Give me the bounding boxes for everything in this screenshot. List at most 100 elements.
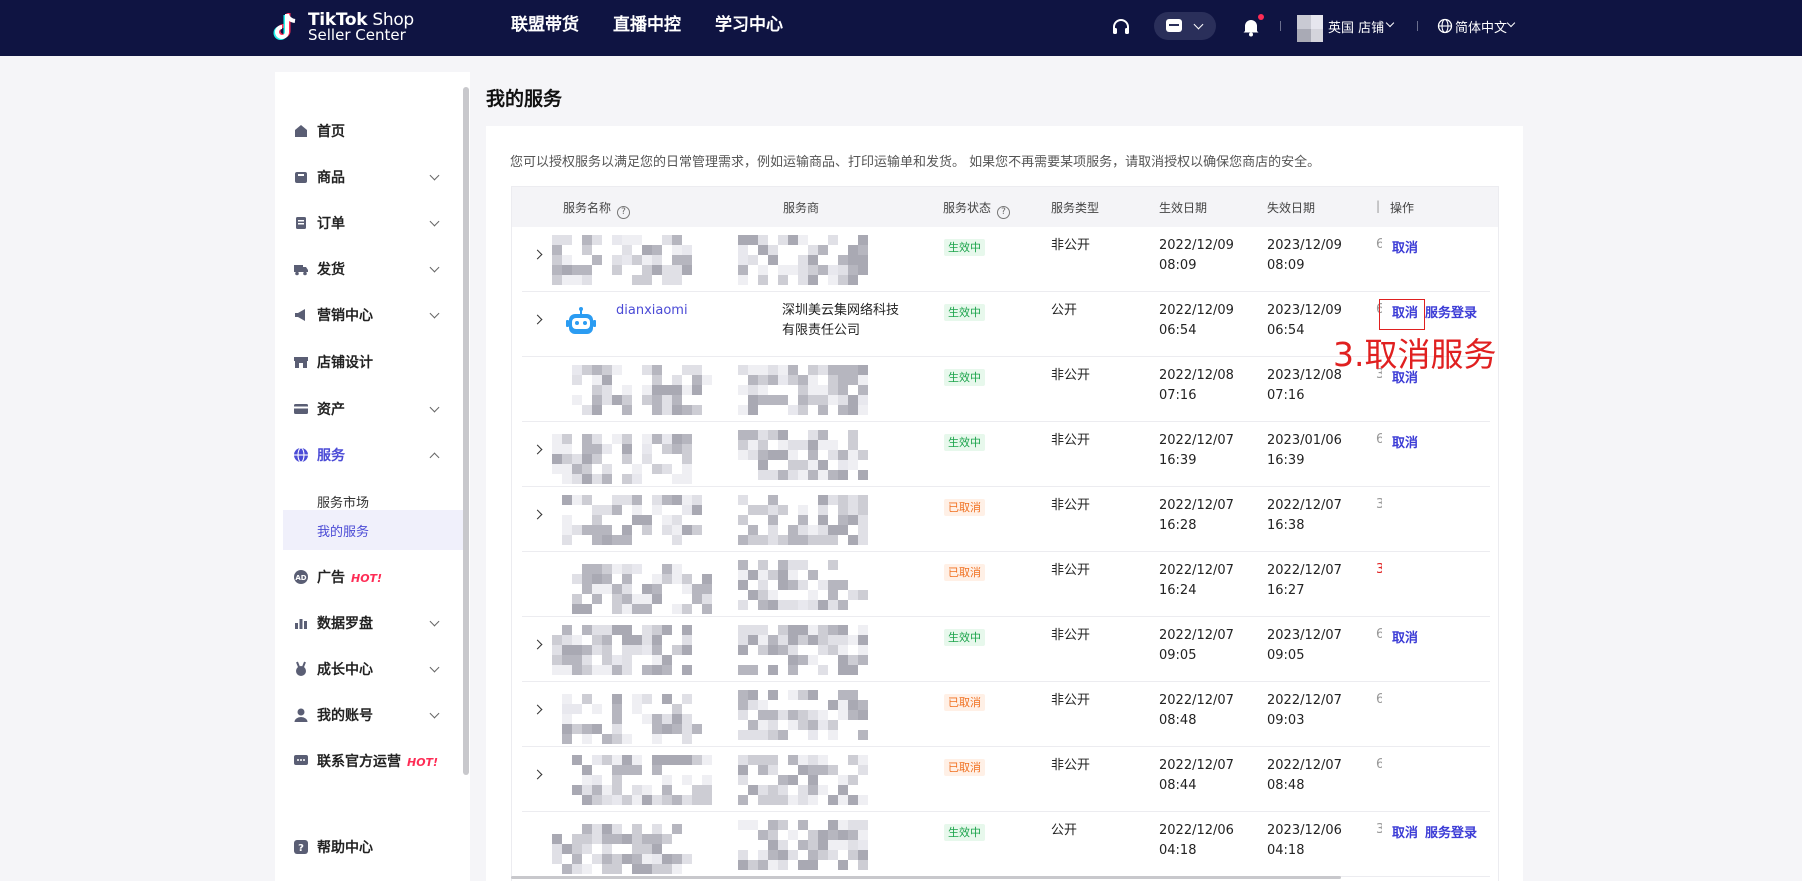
sidebar-subitem-my-services[interactable]: 我的服务 <box>275 511 470 549</box>
sidebar-item-contact-ops[interactable]: 联系官方运营 HOT! <box>275 742 470 780</box>
chevron-right-icon[interactable] <box>532 314 543 325</box>
nav-learning-center[interactable]: 学习中心 <box>715 0 783 56</box>
redacted-pixel <box>562 665 572 675</box>
cancel-service-button[interactable]: 取消 <box>1392 822 1418 841</box>
service-name-link[interactable]: dianxiaomi <box>616 303 688 318</box>
sidebar-subitem-label: 服务市场 <box>317 495 370 511</box>
redacted-pixel <box>778 505 788 515</box>
store-name[interactable]: 英国 店铺 <box>1328 17 1384 36</box>
redacted-pixel <box>758 265 768 275</box>
table-row[interactable]: 生效中 非公开 2022/12/0908:09 2023/12/0908:09 6 取消 <box>512 227 1498 292</box>
robot-icon <box>564 306 598 340</box>
redacted-pixel <box>582 625 592 635</box>
redacted-pixel <box>798 275 808 285</box>
redacted-pixel <box>572 275 582 285</box>
sidebar-item-assets[interactable]: 资产 <box>275 390 470 428</box>
chevron-down-icon[interactable] <box>1385 18 1395 28</box>
redacted-pixel <box>622 765 632 775</box>
redacted-pixel <box>692 795 702 805</box>
chevron-right-icon[interactable] <box>532 249 543 260</box>
redacted-pixel <box>652 625 662 635</box>
language-selector[interactable]: 简体中文 <box>1455 17 1507 36</box>
table-row[interactable]: 生效中 公开 2022/12/0604:18 2023/12/0604:18 3 取消服务… <box>512 812 1498 877</box>
question-icon[interactable]: ? <box>997 206 1011 219</box>
chevron-right-icon[interactable] <box>532 444 543 455</box>
chat-dropdown[interactable] <box>1154 12 1216 40</box>
redacted-pixel <box>858 860 868 870</box>
redacted-pixel <box>848 850 858 860</box>
redacted-pixel <box>602 535 612 545</box>
redacted-pixel <box>858 830 868 840</box>
redacted-pixel <box>702 604 712 614</box>
store-avatar[interactable] <box>1297 15 1329 43</box>
redacted-pixel <box>788 405 798 415</box>
redacted-pixel <box>738 265 748 275</box>
sidebar-item-ads[interactable]: AD 广告 HOT! <box>275 558 470 596</box>
sidebar-item-help-center[interactable]: ? 帮助中心 <box>275 828 470 866</box>
truncated-cell: 6 <box>1376 237 1382 252</box>
redacted-pixel <box>848 505 858 515</box>
sidebar-item-data-compass[interactable]: 数据罗盘 <box>275 604 470 642</box>
table-horizontal-scrollbar[interactable] <box>511 876 1341 879</box>
redacted-pixel <box>798 635 808 645</box>
redacted-pixel <box>808 570 818 580</box>
redacted-pixel <box>748 505 758 515</box>
redacted-pixel <box>808 635 818 645</box>
sidebar-item-store-design[interactable]: 店铺设计 <box>275 343 470 381</box>
redacted-pixel <box>778 535 788 545</box>
cancel-service-button[interactable]: 取消 <box>1392 627 1418 646</box>
table-row[interactable]: 已取消 非公开 2022/12/0708:48 2022/12/0709:03 6 <box>512 682 1498 747</box>
table-row[interactable]: 已取消 非公开 2022/12/0708:44 2022/12/0708:48 6 <box>512 747 1498 812</box>
chevron-right-icon[interactable] <box>532 509 543 520</box>
sidebar-item-products[interactable]: 商品 <box>275 158 470 196</box>
sidebar-item-shipping[interactable]: 发货 <box>275 250 470 288</box>
redacted-pixel <box>788 690 798 700</box>
redacted-pixel <box>758 700 768 710</box>
cancel-service-button[interactable]: 取消 <box>1392 432 1418 451</box>
redacted-pixel <box>572 645 582 655</box>
headset-icon[interactable] <box>1110 16 1132 38</box>
chevron-right-icon[interactable] <box>532 769 543 780</box>
table-row[interactable]: 生效中 非公开 2022/12/0709:05 2023/12/0709:05 6 取消 <box>512 617 1498 682</box>
redacted-pixel <box>798 840 808 850</box>
redacted-pixel <box>562 635 572 645</box>
chevron-right-icon[interactable] <box>532 704 543 715</box>
sidebar-item-marketing[interactable]: 营销中心 <box>275 296 470 334</box>
chevron-down-icon[interactable] <box>1506 18 1516 28</box>
truncated-cell: 3 <box>1376 497 1382 512</box>
redacted-pixel <box>748 450 758 460</box>
redacted-pixel <box>838 255 848 265</box>
redacted-pixel <box>672 574 682 584</box>
sidebar-item-growth-center[interactable]: 成长中心 <box>275 650 470 688</box>
truncated-cell: 6 <box>1376 692 1382 707</box>
nav-affiliate[interactable]: 联盟带货 <box>511 0 579 56</box>
table-row[interactable]: 已取消 非公开 2022/12/0716:24 2022/12/0716:27 3 <box>512 552 1498 617</box>
redacted-pixel <box>768 600 778 610</box>
redacted-pixel <box>828 440 838 450</box>
sidebar-item-my-account[interactable]: 我的账号 <box>275 696 470 734</box>
sidebar-item-services[interactable]: 服务 <box>275 436 470 474</box>
chevron-right-icon[interactable] <box>532 639 543 650</box>
redacted-pixel <box>572 655 582 665</box>
start-date: 2022/12/09 08:09 <box>1159 238 1234 273</box>
redacted-pixel <box>652 574 662 584</box>
cancel-service-button[interactable]: 取消 <box>1392 237 1418 256</box>
service-login-button[interactable]: 服务登录 <box>1425 302 1477 321</box>
redacted-pixel <box>748 755 758 765</box>
sidebar-scrollbar[interactable] <box>463 87 469 775</box>
sidebar-item-home[interactable]: 首页 <box>275 112 470 150</box>
service-login-button[interactable]: 服务登录 <box>1425 822 1477 841</box>
globe-icon[interactable] <box>1437 18 1453 34</box>
redacted-pixel <box>642 645 652 655</box>
sidebar-item-orders[interactable]: 订单 <box>275 204 470 242</box>
redacted-pixel <box>592 645 602 655</box>
nav-live-control[interactable]: 直播中控 <box>613 0 681 56</box>
redacted-pixel <box>738 535 748 545</box>
redacted-pixel <box>778 860 788 870</box>
redacted-pixel <box>818 525 828 535</box>
redacted-pixel <box>642 525 652 535</box>
question-icon[interactable]: ? <box>617 206 631 219</box>
table-row[interactable]: 生效中 非公开 2022/12/0716:39 2023/01/0616:39 6 取消 <box>512 422 1498 487</box>
tiktok-shop-logo[interactable]: TikTok Shop Seller Center <box>272 8 414 48</box>
table-row[interactable]: 已取消 非公开 2022/12/0716:28 2022/12/0716:38 3 <box>512 487 1498 552</box>
